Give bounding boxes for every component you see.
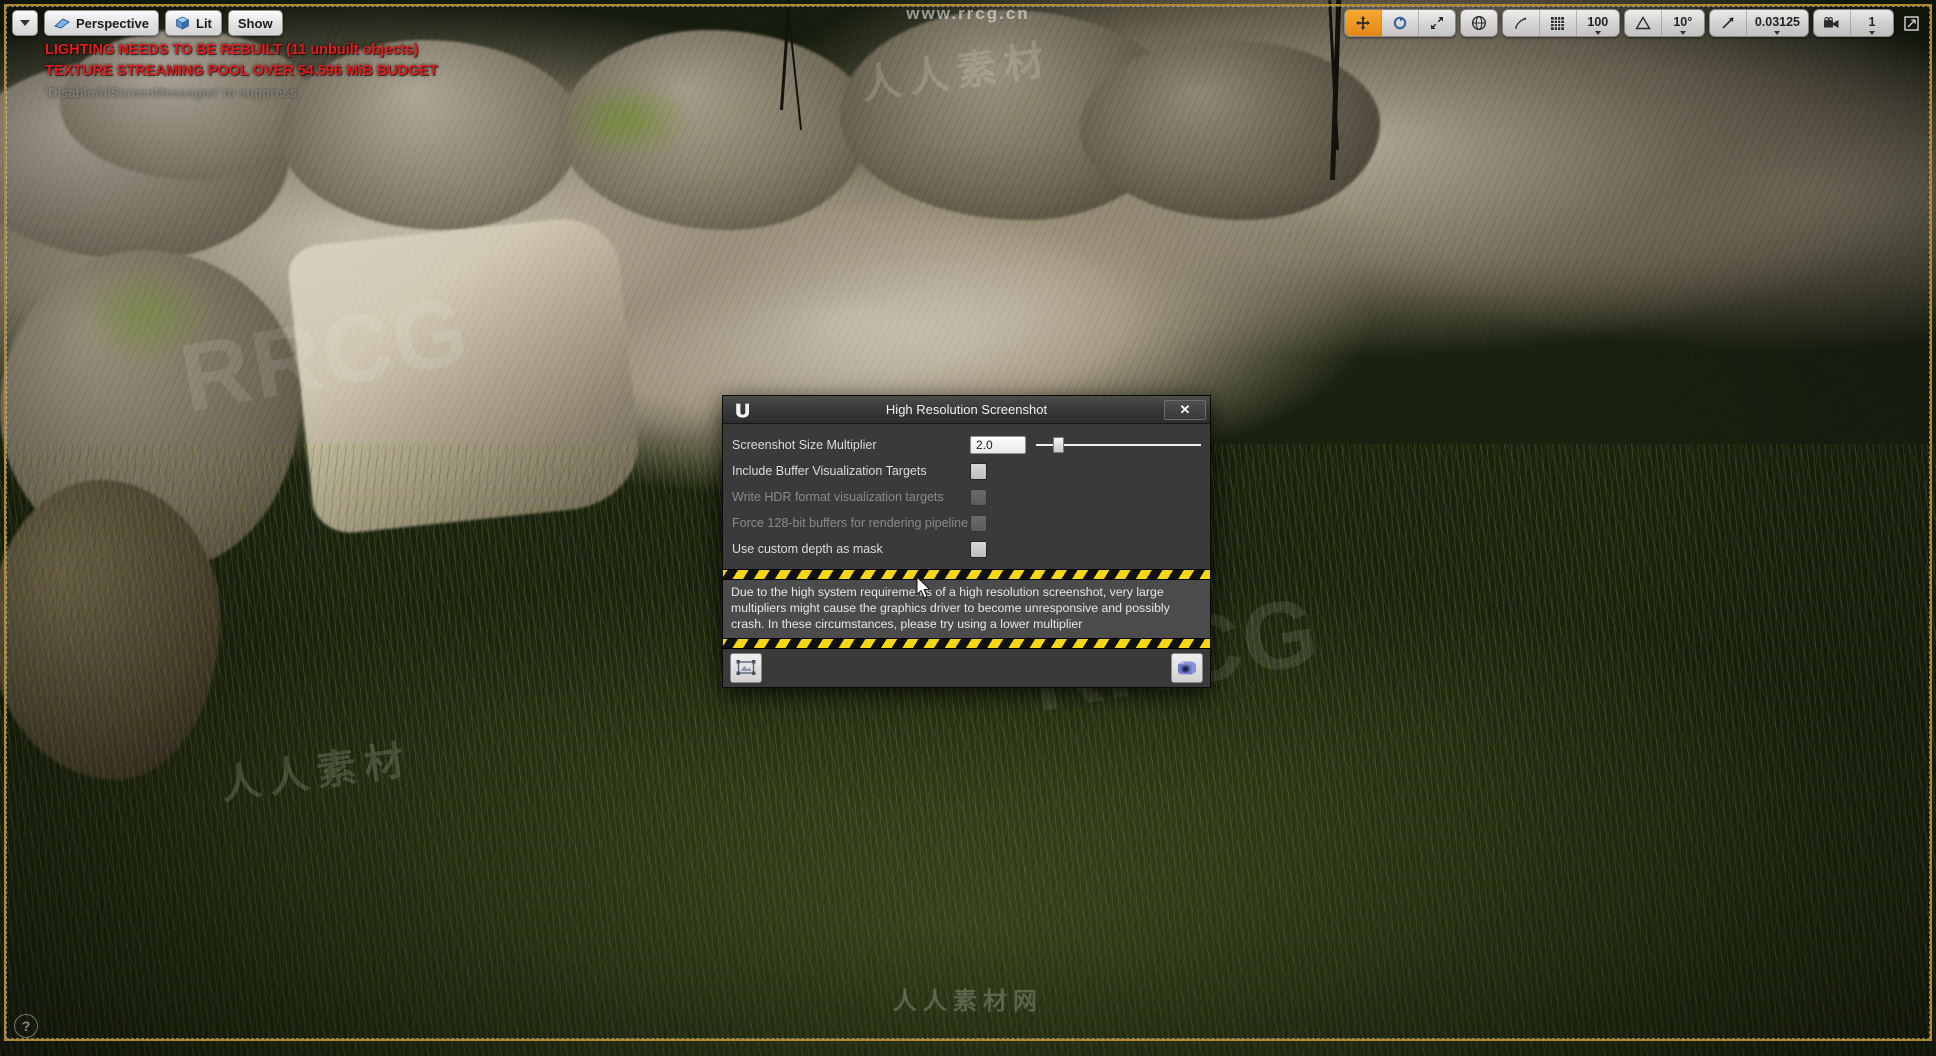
hazard-stripe-bottom — [723, 638, 1210, 649]
angle-snap-toggle-button[interactable] — [1625, 10, 1662, 36]
grid-snap-toggle-button[interactable] — [1540, 10, 1577, 36]
scale-snap-toggle-button[interactable] — [1710, 10, 1747, 36]
chevron-down-icon — [1679, 31, 1686, 35]
snapping-group: 100 — [1501, 9, 1620, 37]
transform-gizmo-group — [1343, 9, 1456, 37]
row-force-128-bit-buffers: Force 128-bit buffers for rendering pipe… — [732, 511, 1201, 535]
unreal-engine-logo-icon — [731, 400, 755, 420]
camera-speed-value: 1 — [1868, 14, 1876, 29]
row-include-buffer-visualization-targets: Include Buffer Visualization Targets — [732, 459, 1201, 483]
grid-snap-icon — [1551, 16, 1565, 30]
angle-snap-icon — [1635, 16, 1651, 30]
close-button[interactable]: ✕ — [1164, 399, 1206, 420]
viewport-toolbar-right: 100 10° 0.03125 1 — [1343, 9, 1924, 37]
rotate-gizmo-icon — [1393, 16, 1407, 30]
surface-snap-button[interactable] — [1503, 10, 1540, 36]
camera-speed-group: 1 — [1813, 9, 1894, 37]
translate-gizmo-button[interactable] — [1344, 10, 1382, 36]
camera-speed-value-button[interactable]: 1 — [1851, 10, 1893, 36]
camera-speed-icon — [1824, 16, 1839, 28]
camera-icon — [1178, 661, 1196, 675]
scale-snap-value-button[interactable]: 0.03125 — [1747, 10, 1808, 36]
app-root: www.rrcg.cn RRCG RRCG 人人素材 人人素材 人人素材网 Pe… — [0, 0, 1936, 1056]
label-write-hdr-format-visualization-targets: Write HDR format visualization targets — [732, 490, 944, 504]
slider-thumb[interactable] — [1053, 437, 1065, 453]
show-menu-label: Show — [237, 15, 273, 31]
angle-snap-value: 10° — [1673, 14, 1693, 29]
cube-lit-icon — [175, 16, 190, 30]
grid-snap-value-button[interactable]: 100 — [1577, 10, 1619, 36]
rotate-gizmo-button[interactable] — [1382, 10, 1419, 36]
capture-region-button[interactable] — [730, 653, 762, 683]
viewport-help-button[interactable]: ? — [14, 1014, 38, 1038]
camera-perspective-icon — [54, 17, 70, 29]
row-screenshot-size-multiplier: Screenshot Size Multiplier 2.0 — [732, 433, 1201, 457]
scale-snap-value: 0.03125 — [1754, 14, 1800, 29]
view-mode-button[interactable]: Perspective — [44, 10, 159, 36]
checkbox-include-buffer-visualization-targets[interactable] — [970, 462, 987, 480]
chevron-down-icon — [20, 20, 30, 26]
angle-snap-value-button[interactable]: 10° — [1662, 10, 1704, 36]
camera-speed-button[interactable] — [1814, 10, 1851, 36]
dialog-footer — [723, 649, 1210, 687]
grid-snap-value: 100 — [1587, 14, 1609, 29]
maximize-viewport-button[interactable] — [1898, 10, 1924, 36]
move-gizmo-icon — [1355, 16, 1370, 30]
screenshot-size-multiplier-input[interactable]: 2.0 — [970, 436, 1026, 454]
scale-gizmo-icon — [1430, 17, 1443, 29]
checkbox-use-custom-depth-as-mask[interactable] — [970, 540, 987, 558]
lighting-mode-button[interactable]: Lit — [165, 10, 222, 36]
viewport-toolbar-left: Perspective Lit Show — [12, 10, 283, 36]
unreal-u-icon — [736, 403, 749, 418]
world-globe-icon — [1471, 15, 1486, 31]
angle-snap-group: 10° — [1623, 9, 1705, 37]
coordinate-system-button[interactable] — [1461, 10, 1497, 36]
surface-snap-icon — [1515, 17, 1527, 29]
scale-gizmo-button[interactable] — [1419, 10, 1455, 36]
viewport-options-menu-button[interactable] — [12, 10, 38, 36]
dialog-titlebar[interactable]: High Resolution Screenshot ✕ — [723, 396, 1210, 424]
chevron-down-icon — [1774, 31, 1781, 35]
hazard-stripe-top — [723, 569, 1210, 580]
dialog-title: High Resolution Screenshot — [885, 402, 1048, 417]
row-write-hdr-format-visualization-targets: Write HDR format visualization targets — [732, 485, 1201, 509]
label-include-buffer-visualization-targets: Include Buffer Visualization Targets — [732, 464, 927, 478]
take-screenshot-button[interactable] — [1171, 653, 1203, 683]
label-use-custom-depth-as-mask: Use custom depth as mask — [732, 542, 883, 556]
dialog-body: Screenshot Size Multiplier 2.0 Include B… — [723, 424, 1210, 569]
label-screenshot-size-multiplier: Screenshot Size Multiplier — [732, 438, 877, 452]
screenshot-size-multiplier-slider[interactable] — [1036, 436, 1201, 454]
row-use-custom-depth-as-mask: Use custom depth as mask — [732, 537, 1201, 561]
dialog-warning-note: Due to the high system requirements of a… — [723, 580, 1210, 638]
lighting-mode-label: Lit — [196, 15, 212, 31]
label-force-128-bit-buffers: Force 128-bit buffers for rendering pipe… — [732, 516, 969, 530]
maximize-viewport-icon — [1903, 15, 1919, 31]
view-mode-label: Perspective — [76, 15, 149, 31]
capture-region-icon — [736, 660, 756, 675]
scale-snap-group: 0.03125 — [1708, 9, 1809, 37]
show-menu-button[interactable]: Show — [227, 10, 283, 36]
scale-snap-icon — [1722, 17, 1734, 29]
chevron-down-icon — [1594, 31, 1601, 35]
coordinate-system-group — [1459, 9, 1498, 37]
checkbox-force-128-bit-buffers — [970, 514, 987, 532]
chevron-down-icon — [1869, 31, 1875, 35]
high-resolution-screenshot-dialog[interactable]: High Resolution Screenshot ✕ Screenshot … — [722, 395, 1211, 688]
checkbox-write-hdr-format-visualization-targets — [970, 488, 987, 506]
